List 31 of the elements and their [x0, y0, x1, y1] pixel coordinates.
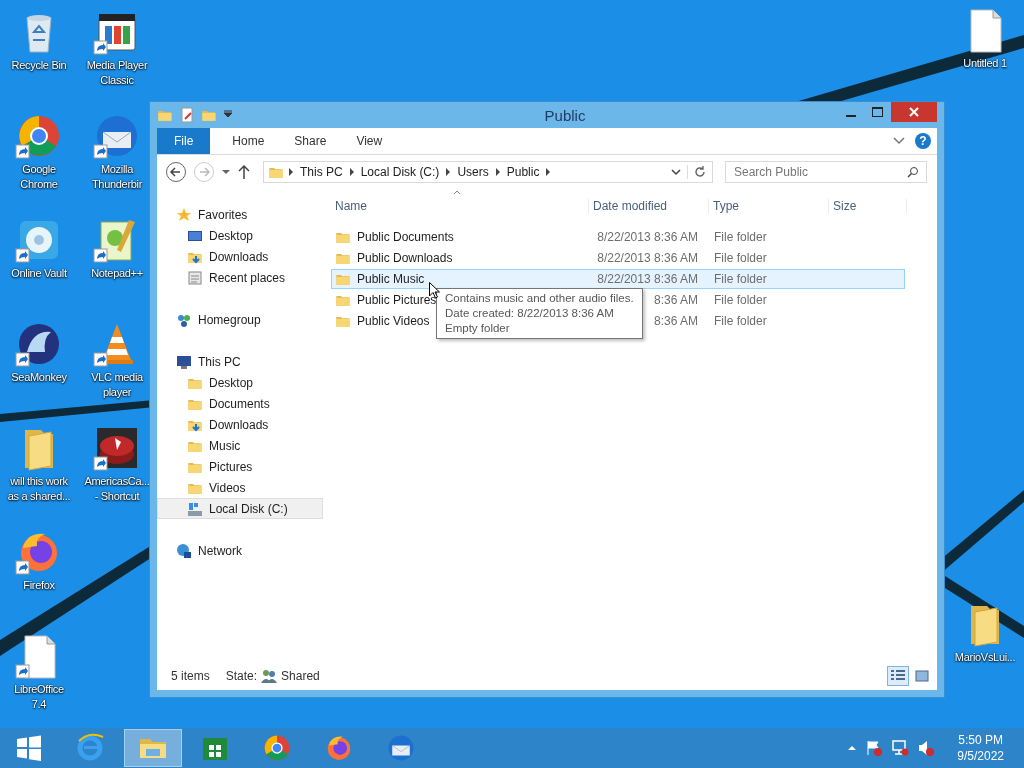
nav-item-label: Documents — [209, 396, 270, 411]
nav-item-label: Videos — [209, 480, 246, 495]
nav-item-label: Favorites — [198, 207, 248, 222]
window-title: Public — [543, 106, 587, 124]
state-value: Shared — [281, 669, 320, 683]
nav-item-label: Local Disk (C:) — [209, 501, 288, 516]
nav-item-label: Recent places — [209, 270, 286, 285]
type-cell-text: File folder — [713, 251, 767, 265]
type-cell-text: File folder — [713, 314, 767, 328]
tooltip-text: Contains music and other audio files. Date created: 8/22/2013 8:36 AM Empty folder — [445, 291, 635, 336]
clock-date: 9/5/2022 — [957, 748, 1004, 764]
nav-item-label: Desktop — [209, 375, 254, 390]
nav-item-label: Music — [209, 438, 241, 453]
state-label: State: — [225, 669, 258, 683]
nav-item-label: Downloads — [209, 249, 269, 264]
nav-item-label: Downloads — [209, 417, 269, 432]
type-cell-text: File folder — [713, 230, 767, 244]
type-cell-text: File folder — [713, 293, 767, 307]
date-cell-text: 8/22/2013 8:36 AM — [596, 230, 698, 244]
nav-item-label: Network — [198, 543, 242, 558]
nav-item-label: This PC — [198, 354, 241, 369]
date-cell-text: 8/22/2013 8:36 AM — [596, 272, 698, 286]
date-cell-text: 8/22/2013 8:36 AM — [596, 251, 698, 265]
nav-item-label: Desktop — [209, 228, 254, 243]
type-cell-text: File folder — [713, 272, 767, 286]
clock-time: 5:50 PM — [958, 732, 1003, 748]
nav-item-label: Pictures — [209, 459, 253, 474]
date-cell-text: 8:36 AM — [652, 314, 698, 328]
nav-item-label: Homegroup — [198, 312, 261, 327]
date-cell-text: 8:36 AM — [652, 293, 698, 307]
item-count: 5 items — [171, 669, 210, 683]
